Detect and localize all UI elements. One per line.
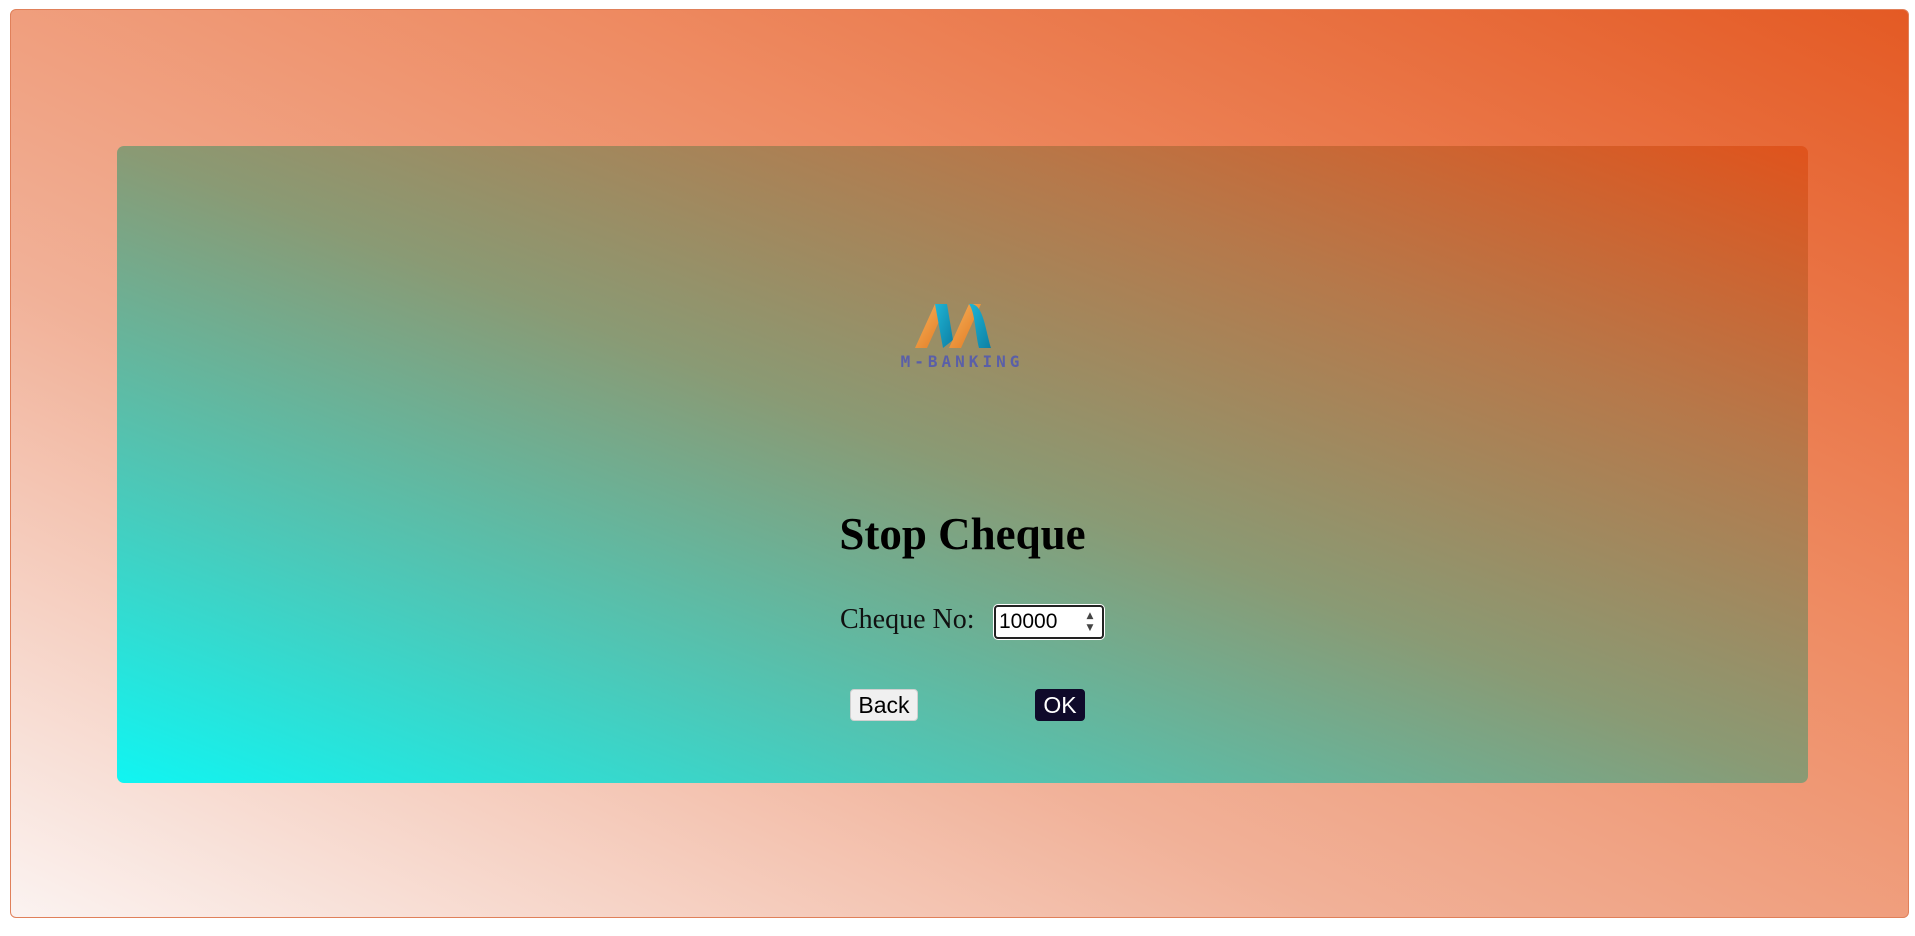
cheque-no-label: Cheque No: [840,604,975,635]
stop-cheque-card: M-BANKING Stop Cheque Cheque No: ▲ ▼ Bac… [117,146,1808,783]
number-spinner[interactable]: ▲ ▼ [1083,610,1097,634]
logo-text: M-BANKING [900,352,1024,371]
m-logo-icon [915,303,991,348]
cheque-no-field[interactable]: ▲ ▼ [994,605,1104,639]
page-background: M-BANKING Stop Cheque Cheque No: ▲ ▼ Bac… [10,9,1909,918]
cheque-no-input[interactable] [999,609,1079,635]
m-banking-logo: M-BANKING [887,298,1037,378]
spin-down-icon[interactable]: ▼ [1083,622,1097,634]
spin-up-icon[interactable]: ▲ [1083,610,1097,622]
back-button[interactable]: Back [850,689,918,721]
ok-button[interactable]: OK [1035,689,1085,721]
page-title: Stop Cheque [839,509,1086,559]
